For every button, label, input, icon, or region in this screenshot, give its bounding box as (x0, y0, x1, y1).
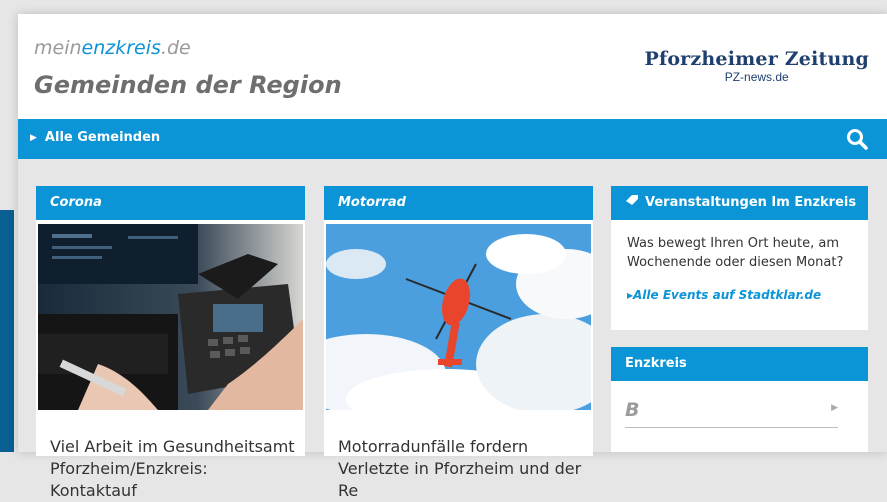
card-category[interactable]: Motorrad (324, 186, 593, 220)
search-icon (847, 129, 868, 150)
site-name[interactable]: meinenzkreis.de (34, 37, 191, 59)
card-image-phone[interactable] (38, 224, 303, 410)
site-name-prefix: mein (34, 37, 82, 59)
pz-logo-name: Pforzheimer Zeitung (644, 48, 869, 70)
site-header: meinenzkreis.de Gemeinden der Region Pfo… (18, 14, 887, 119)
enzkreis-box: Enzkreis B ▶ (611, 347, 868, 452)
card-headline[interactable]: Viel Arbeit im Gesundheitsamt Pforzheim/… (50, 436, 295, 502)
tag-icon (625, 186, 639, 220)
events-link[interactable]: ▸Alle Events auf Stadtklar.de (627, 286, 852, 305)
news-card-corona[interactable]: Corona Viel Arbeit im Gesundheitsamt Pfo… (36, 186, 305, 500)
events-text: Was bewegt Ihren Ort heute, am Wochenend… (627, 236, 844, 270)
events-body: Was bewegt Ihren Ort heute, am Wochenend… (611, 220, 868, 319)
pz-logo[interactable]: Pforzheimer Zeitung PZ-news.de (644, 48, 869, 84)
office-phone-image (38, 224, 303, 410)
events-title: Veranstaltungen Im Enzkreis (645, 195, 857, 210)
enzkreis-header: Enzkreis (611, 347, 868, 381)
letter-row-b[interactable]: B ▶ (625, 397, 838, 428)
all-communities-link[interactable]: ▶ Alle Gemeinden (30, 130, 160, 145)
news-card-motorrad[interactable]: Motorrad Motorradunfälle fordern Verletz… (324, 186, 593, 500)
chevron-right-icon: ▶ (831, 403, 838, 413)
page-title: Gemeinden der Region (34, 71, 342, 99)
search-button[interactable] (845, 127, 869, 151)
events-header: Veranstaltungen Im Enzkreis (611, 186, 868, 220)
helicopter-sky-image (326, 224, 591, 410)
pz-logo-sub: PZ-news.de (724, 70, 789, 84)
left-accent-bar (0, 210, 14, 452)
card-category[interactable]: Corona (36, 186, 305, 220)
site-name-highlight: enzkreis (81, 37, 161, 59)
letter-label: B (625, 399, 640, 421)
triangle-right-icon: ▶ (30, 132, 37, 143)
all-communities-label: Alle Gemeinden (44, 130, 161, 145)
site-name-suffix: .de (160, 37, 191, 59)
events-box: Veranstaltungen Im Enzkreis Was bewegt I… (611, 186, 868, 330)
page-container: meinenzkreis.de Gemeinden der Region Pfo… (18, 14, 887, 500)
card-image-helicopter[interactable] (326, 224, 591, 410)
nav-bar: ▶ Alle Gemeinden (18, 119, 887, 159)
card-headline[interactable]: Motorradunfälle fordern Verletzte in Pfo… (338, 436, 583, 502)
